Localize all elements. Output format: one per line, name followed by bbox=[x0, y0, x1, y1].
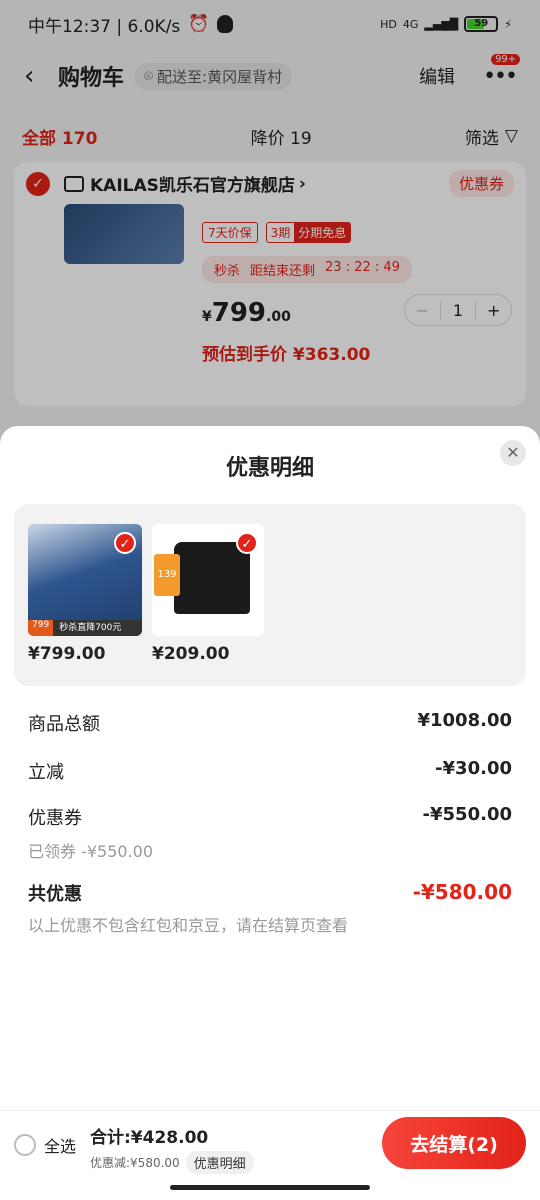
subtotal-row: 商品总额 ¥1008.00 bbox=[28, 710, 512, 736]
discount-note: 以上优惠不包含红包和京豆，请在结算页查看 bbox=[28, 916, 349, 935]
checkout-button[interactable]: 去结算(2) bbox=[382, 1117, 526, 1169]
instant-label: 立减 bbox=[28, 762, 64, 783]
product-price: ¥799.00 bbox=[28, 644, 106, 664]
select-all-radio[interactable] bbox=[14, 1134, 36, 1156]
instant-value: -¥30.00 bbox=[435, 758, 512, 779]
subtotal-label: 商品总额 bbox=[28, 714, 100, 735]
product-item[interactable]: 139 ✓ ¥209.00 bbox=[152, 524, 264, 664]
discount-amount: 优惠减:¥580.00 bbox=[90, 1156, 180, 1170]
total-label: 共优惠 bbox=[28, 884, 82, 905]
selected-products: ✓ 799 秒杀直降700元 ¥799.00 139 ✓ ¥209.00 bbox=[14, 504, 526, 686]
coupon-value: -¥550.00 bbox=[422, 804, 512, 825]
tshirt-shape bbox=[174, 542, 250, 614]
jacket-image: ✓ 799 秒杀直降700元 bbox=[28, 524, 142, 636]
select-all[interactable]: 全选 bbox=[14, 1133, 76, 1157]
subtotal-value: ¥1008.00 bbox=[417, 710, 512, 731]
discount-detail-sheet: 优惠明细 ✕ ✓ 799 秒杀直降700元 ¥799.00 139 ✓ ¥209… bbox=[0, 426, 540, 1200]
product-check-icon: ✓ bbox=[114, 532, 136, 554]
coupon-row: 优惠券 -¥550.00 bbox=[28, 804, 512, 830]
total-value: -¥580.00 bbox=[412, 880, 512, 904]
instant-discount-row: 立减 -¥30.00 bbox=[28, 758, 512, 784]
discount-detail-button[interactable]: 优惠明细 bbox=[185, 1151, 254, 1174]
checkout-bar: 全选 合计:¥428.00 优惠减:¥580.00 优惠明细 去结算(2) bbox=[0, 1110, 540, 1200]
badge-text: 秒杀直降700元 bbox=[59, 623, 122, 633]
sum-sub: 优惠减:¥580.00 优惠明细 bbox=[90, 1151, 254, 1174]
total-sum: 合计:¥428.00 bbox=[90, 1128, 209, 1148]
badge-price: 799 bbox=[28, 620, 54, 636]
select-all-label: 全选 bbox=[44, 1137, 77, 1156]
coupon-label: 优惠券 bbox=[28, 808, 82, 829]
total-discount-row: 共优惠 -¥580.00 bbox=[28, 880, 512, 906]
sheet-title: 优惠明细 bbox=[225, 456, 314, 481]
coupon-sub: 已领券 -¥550.00 bbox=[28, 842, 154, 861]
promo-tag: 139 bbox=[154, 554, 180, 596]
product-check-icon: ✓ bbox=[236, 532, 258, 554]
product-price: ¥209.00 bbox=[152, 644, 230, 664]
tshirt-image: 139 ✓ bbox=[152, 524, 264, 636]
product-item[interactable]: ✓ 799 秒杀直降700元 ¥799.00 bbox=[28, 524, 142, 664]
close-icon[interactable]: ✕ bbox=[500, 440, 526, 466]
home-indicator[interactable] bbox=[170, 1185, 370, 1190]
